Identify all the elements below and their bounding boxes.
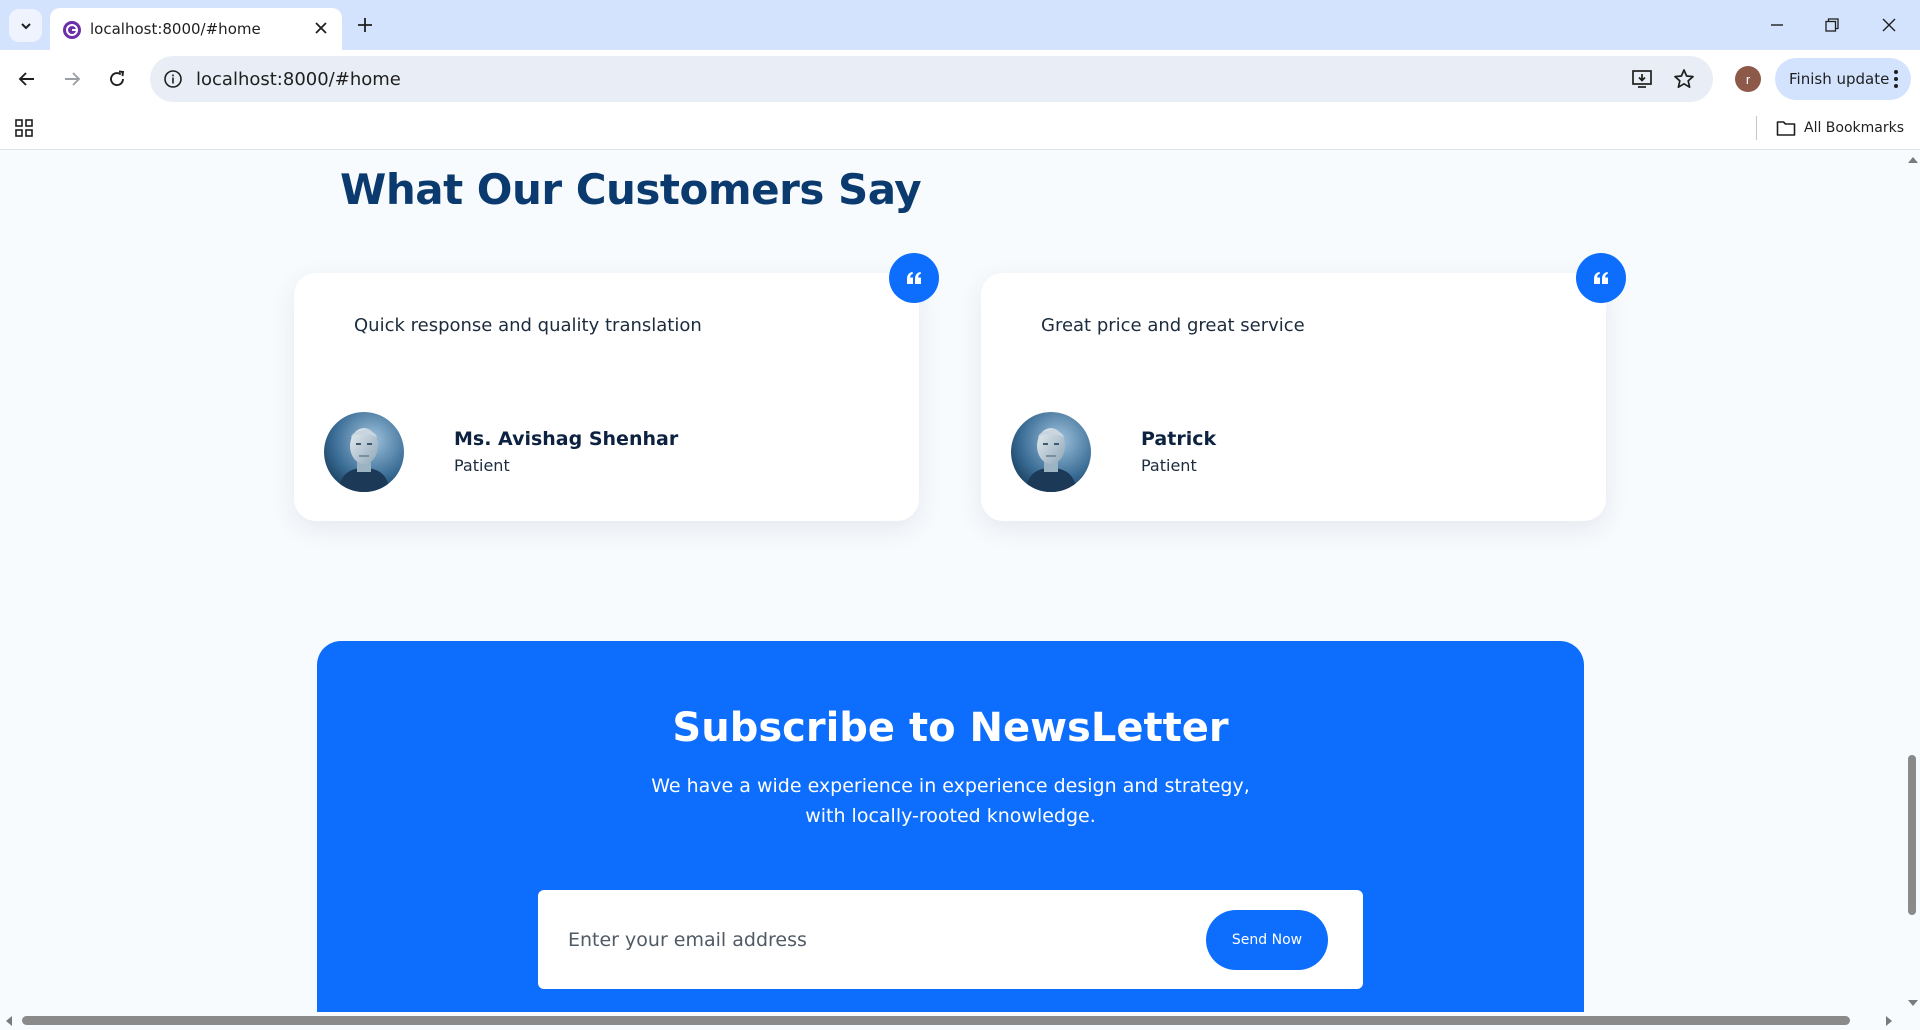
browser-toolbar: localhost:8000/#home r Finish update (0, 50, 1920, 108)
reload-icon (110, 70, 125, 86)
install-app-button[interactable] (1630, 67, 1654, 91)
testimonials-heading: What Our Customers Say (340, 165, 922, 214)
newsletter-section: Subscribe to NewsLetter We have a wide e… (317, 641, 1584, 1012)
quote-badge (889, 253, 939, 303)
site-favicon-icon (63, 21, 81, 39)
more-vert-icon (1894, 70, 1898, 88)
bookmarks-bar: All Bookmarks (0, 108, 1920, 150)
newsletter-desc-line2: with locally-rooted knowledge. (805, 805, 1096, 827)
finish-update-label: Finish update (1789, 70, 1890, 88)
horizontal-scrollbar[interactable] (0, 1012, 1920, 1030)
quote-icon (1594, 272, 1608, 284)
arrow-right-icon (65, 72, 81, 86)
url-text: localhost:8000/#home (196, 69, 401, 90)
customer-photo-image (1011, 412, 1091, 492)
customer-role: Patient (454, 456, 510, 475)
newsletter-title: Subscribe to NewsLetter (672, 705, 1229, 751)
all-bookmarks-button[interactable]: All Bookmarks (1776, 117, 1904, 139)
reload-button[interactable] (103, 65, 131, 93)
tab-search-button[interactable] (9, 9, 42, 42)
forward-button[interactable] (58, 65, 86, 93)
customer-avatar (1011, 412, 1091, 492)
browser-tab[interactable]: localhost:8000/#home (50, 8, 342, 50)
customer-photo-image (324, 412, 404, 492)
scroll-right-arrow-icon[interactable] (1886, 1016, 1892, 1026)
horizontal-scroll-thumb[interactable] (22, 1016, 1850, 1025)
customer-name: Patrick (1141, 428, 1217, 450)
testimonial-text: Quick response and quality translation (354, 315, 702, 336)
scroll-up-arrow-icon[interactable] (1908, 157, 1918, 163)
email-input[interactable] (568, 918, 1168, 962)
restore-button[interactable] (1817, 10, 1847, 40)
quote-badge (1576, 253, 1626, 303)
bookmarks-separator (1756, 116, 1757, 140)
profile-avatar[interactable]: r (1735, 66, 1761, 92)
finish-update-button[interactable]: Finish update (1775, 58, 1911, 100)
apps-grid-icon[interactable] (14, 118, 34, 138)
subscribe-form: Send Now (538, 890, 1363, 989)
back-button[interactable] (13, 65, 41, 93)
new-tab-button[interactable] (352, 12, 378, 38)
arrow-left-icon (18, 72, 34, 86)
scroll-left-arrow-icon[interactable] (6, 1016, 12, 1026)
customer-role: Patient (1141, 456, 1197, 475)
all-bookmarks-label: All Bookmarks (1804, 120, 1905, 136)
address-bar[interactable]: localhost:8000/#home (150, 56, 1713, 102)
testimonial-card: Quick response and quality translation M… (294, 253, 939, 521)
vertical-scrollbar[interactable] (1904, 151, 1920, 1012)
testimonial-card: Great price and great service Patrick Pa… (981, 253, 1626, 521)
customer-avatar (324, 412, 404, 492)
close-icon (1882, 18, 1896, 32)
page-viewport: What Our Customers Say Quick response an… (0, 151, 1904, 1012)
send-now-button[interactable]: Send Now (1206, 910, 1328, 970)
folder-icon (1776, 121, 1796, 136)
minimize-button[interactable] (1762, 10, 1792, 40)
newsletter-desc-line1: We have a wide experience in experience … (651, 775, 1250, 797)
customer-name: Ms. Avishag Shenhar (454, 428, 679, 450)
tab-title: localhost:8000/#home (90, 20, 261, 38)
star-icon (1674, 69, 1694, 89)
vertical-scroll-thumb[interactable] (1908, 755, 1916, 915)
chevron-down-icon (20, 22, 31, 29)
browser-tab-bar: localhost:8000/#home (0, 0, 1920, 50)
bookmark-star-button[interactable] (1672, 67, 1696, 91)
newsletter-description: We have a wide experience in experience … (317, 771, 1584, 831)
close-icon (315, 22, 327, 34)
info-icon[interactable] (162, 68, 184, 90)
testimonial-text: Great price and great service (1041, 315, 1305, 336)
plus-icon (358, 18, 372, 32)
scroll-down-arrow-icon[interactable] (1908, 1000, 1918, 1006)
minimize-icon (1771, 24, 1783, 26)
tab-close-button[interactable] (310, 17, 332, 39)
restore-icon (1825, 18, 1839, 32)
close-window-button[interactable] (1874, 10, 1904, 40)
install-icon (1632, 70, 1652, 88)
quote-icon (907, 272, 921, 284)
